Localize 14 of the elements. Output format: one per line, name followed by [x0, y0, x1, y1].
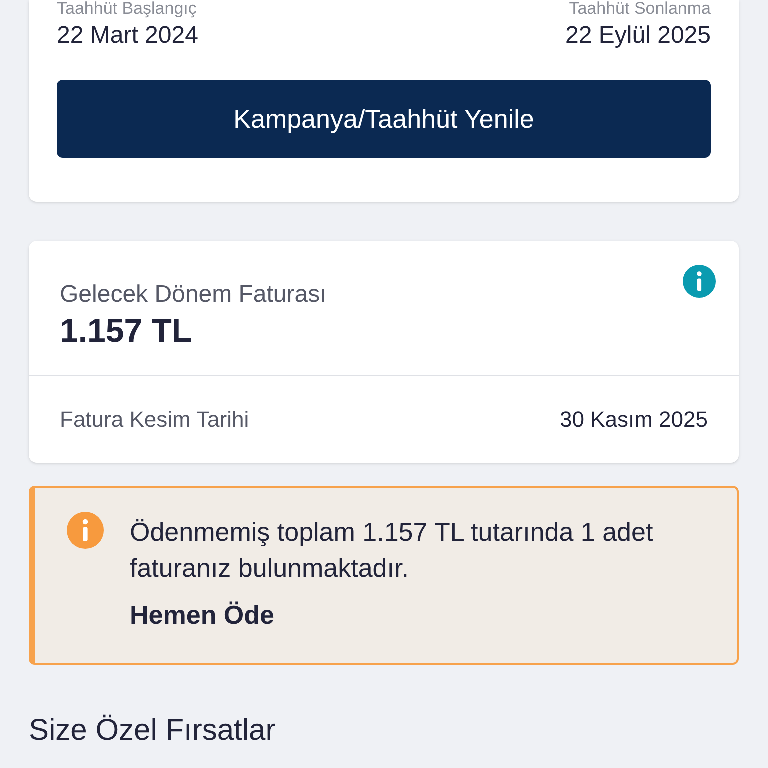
start-date: 22 Mart 2024	[57, 21, 198, 51]
end-date: 22 Eylül 2025	[566, 21, 711, 51]
info-icon	[683, 265, 716, 298]
start-label: Taahhüt Başlangıç	[57, 0, 198, 18]
pay-now-link[interactable]: Hemen Öde	[130, 596, 274, 635]
end-label: Taahhüt Sonlanma	[569, 0, 711, 18]
renew-campaign-button[interactable]: Kampanya/Taahhüt Yenile	[57, 80, 711, 158]
info-icon	[67, 512, 104, 549]
section-title: Size Özel Fırsatlar	[29, 713, 277, 749]
bill-amount: 1.157 TL	[60, 311, 194, 351]
cutoff-date: 30 Kasım 2025	[560, 406, 708, 434]
bill-label: Gelecek Dönem Faturası	[60, 280, 327, 310]
cutoff-label: Fatura Kesim Tarihi	[60, 406, 250, 434]
alert-message: Ödenmemiş toplam 1.157 TL tutarında 1 adet faturanız bulunmaktadır.	[130, 516, 654, 585]
